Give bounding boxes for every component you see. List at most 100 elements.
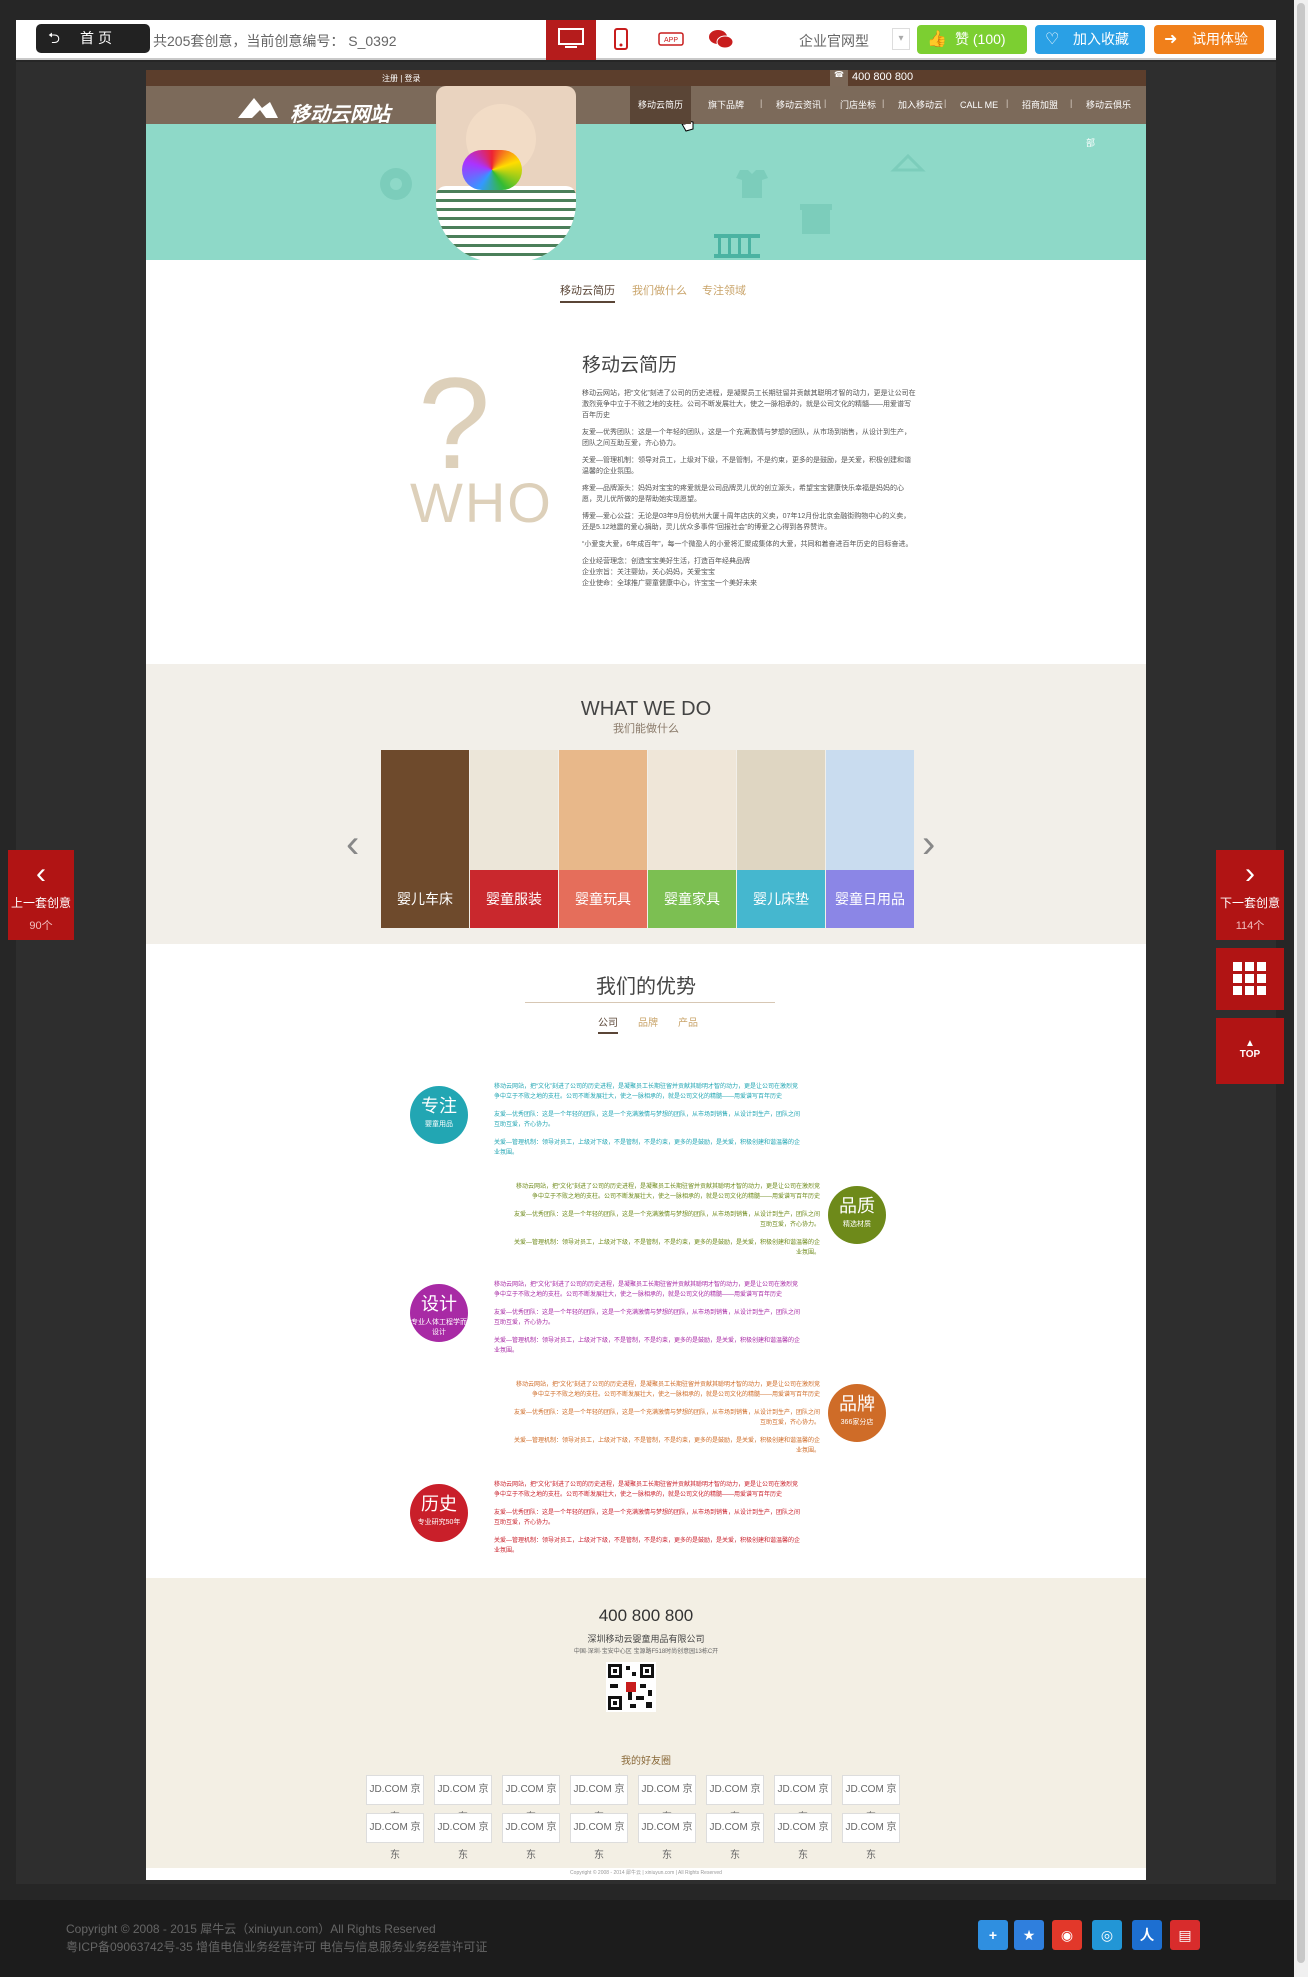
site-preview: 注册 | 登录 ☎ 400 800 800 移动云网站 移动云简历 我们做什么 … (146, 70, 1146, 1880)
friend-link-logo[interactable]: JD.COM 京东 (638, 1775, 696, 1823)
advantage-line: 友爱—优秀团队：这是一个年轻的团队，这是一个充满激情与梦想的团队，从市场到销售，… (513, 1212, 820, 1228)
weibo-icon[interactable]: ◉ (1052, 1920, 1082, 1950)
renren-icon[interactable]: 人 (1132, 1920, 1162, 1950)
resume-paragraph: 关爱—管理机制：领导对员工，上级对下级，不是管制，不是约束，更多的是鼓励，是关爱… (582, 457, 911, 475)
next-theme-button[interactable]: › 下一套创意 114个 (1216, 850, 1284, 940)
nav-item[interactable]: 移动云资讯 (768, 86, 829, 124)
friend-link-logo[interactable]: JD.COM 京东 (570, 1813, 628, 1861)
advantage-line: 移动云网站，把“文化”刻进了公司的历史进程，是凝聚员工长期驻留并贡献其聪明才智的… (494, 1482, 798, 1498)
desktop-view-button[interactable] (546, 20, 596, 60)
home-button[interactable]: ⮌ 首页 (36, 24, 150, 53)
nav-item[interactable]: 加入移动云 (890, 86, 951, 124)
advantage-badge-title: 历史 (421, 1494, 457, 1514)
category-image (648, 750, 736, 870)
heart-icon: ♡ (1045, 31, 1060, 48)
carousel-next-button[interactable]: › (922, 820, 948, 868)
friend-link-logo[interactable]: JD.COM 京东 (434, 1775, 492, 1823)
advantage-line: 友爱—优秀团队：这是一个年轻的团队，这是一个充满激情与梦想的团队，从市场到销售，… (494, 1510, 801, 1526)
qzone-icon[interactable]: ★ (1014, 1920, 1044, 1950)
tencent-weibo-icon[interactable]: ◎ (1092, 1920, 1122, 1950)
friend-link-logo[interactable]: JD.COM 京东 (706, 1775, 764, 1823)
friend-link-logo[interactable]: JD.COM 京东 (502, 1775, 560, 1823)
advantage-line: 关爱—管理机制：领导对员工，上级对下级，不是管制，不是约束，更多的是鼓励，是关爱… (494, 1338, 801, 1354)
friend-link-logo[interactable]: JD.COM 京东 (570, 1775, 628, 1823)
subtab-focus[interactable]: 专注领域 (702, 282, 746, 298)
nav-item[interactable]: 旗下品牌 (700, 86, 752, 124)
nav-item[interactable]: 招商加盟 (1014, 86, 1066, 124)
category-card[interactable]: 婴儿床垫 (737, 750, 825, 928)
site-type-label: 企业官网型 (799, 33, 869, 49)
category-card[interactable]: 婴童日用品 (826, 750, 914, 928)
subtab-what-we-do[interactable]: 我们做什么 (632, 282, 687, 298)
advantage-badge-subtitle: 婴童用品 (425, 1121, 453, 1128)
advantage-badge-subtitle: 专业人体工程学而设计 (411, 1319, 467, 1336)
login-links[interactable]: 注册 | 登录 (382, 73, 421, 84)
advantage-badge: 品牌 366家分店 (828, 1384, 886, 1442)
like-button[interactable]: 👍 赞 (100) (917, 25, 1027, 54)
friend-link-logo[interactable]: JD.COM 京东 (502, 1813, 560, 1861)
arrow-circle-icon: ➜ (1164, 31, 1178, 48)
category-card[interactable]: 婴童家具 (648, 750, 736, 928)
subtab-resume[interactable]: 移动云简历 (560, 282, 615, 303)
scrollbar-thumb[interactable] (1297, 3, 1305, 1963)
advantage-divider (525, 1002, 775, 1003)
adv-tab-brand[interactable]: 品牌 (638, 1014, 658, 1029)
site-copyright: Copyright © 2008 - 2014 犀牛云 | xiniuyun.c… (570, 1870, 722, 1876)
thumbs-up-icon: 👍 (927, 31, 947, 48)
chevron-right-icon: › (1245, 857, 1255, 890)
wechat-view-button[interactable] (696, 20, 746, 60)
friend-link-logo[interactable]: JD.COM 京东 (366, 1775, 424, 1823)
scrollbar[interactable] (1294, 0, 1308, 1977)
hanger-decor-icon (890, 153, 926, 172)
theme-grid-button[interactable] (1216, 948, 1284, 1010)
advantage-line: 关爱—管理机制：领导对员工，上级对下级，不是管制，不是约束，更多的是鼓励，是关爱… (494, 1538, 801, 1554)
douban-icon[interactable]: ▤ (1170, 1920, 1200, 1950)
share-plus-icon[interactable]: + (978, 1920, 1008, 1950)
nav-item[interactable]: CALL ME (952, 86, 1006, 124)
friend-link-logo[interactable]: JD.COM 京东 (774, 1775, 832, 1823)
friend-link-logo[interactable]: JD.COM 京东 (366, 1813, 424, 1861)
category-label: 婴童服装 (470, 870, 558, 928)
mobile-icon (614, 28, 628, 50)
friend-link-logo[interactable]: JD.COM 京东 (638, 1813, 696, 1861)
mobile-view-button[interactable] (596, 20, 646, 60)
trial-button[interactable]: ➜ 试用体验 (1154, 25, 1264, 54)
nav-item[interactable]: 门店坐标 (832, 86, 884, 124)
adv-tab-company[interactable]: 公司 (598, 1014, 618, 1034)
prev-theme-button[interactable]: ‹ 上一套创意 90个 (8, 850, 74, 940)
friends-title: 我的好友圈 (621, 1756, 671, 1767)
carousel-prev-button[interactable]: ‹ (346, 820, 372, 868)
advantage-badge-title: 品牌 (839, 1394, 875, 1414)
friend-link-logo[interactable]: JD.COM 京东 (842, 1775, 900, 1823)
advantage-badge-title: 品质 (839, 1196, 875, 1216)
nav-separator: | (882, 98, 885, 108)
friend-link-logo[interactable]: JD.COM 京东 (706, 1813, 764, 1861)
footer-phone: 400 800 800 (598, 1606, 694, 1625)
advantage-line: 友爱—优秀团队：这是一个年轻的团队，这是一个充满激情与梦想的团队，从市场到销售，… (494, 1112, 801, 1128)
friend-link-logo[interactable]: JD.COM 京东 (774, 1813, 832, 1861)
caret-up-icon: ▲ (1245, 1038, 1255, 1049)
site-type-dropdown[interactable]: ▾ (892, 28, 910, 50)
friend-link-logo[interactable]: JD.COM 京东 (842, 1813, 900, 1861)
category-image (559, 750, 647, 870)
app-view-button[interactable]: APP (646, 20, 696, 60)
top-strip: 注册 | 登录 ☎ 400 800 800 (146, 70, 1146, 86)
chevron-down-icon: ▾ (898, 33, 904, 44)
advantage-badge-subtitle: 366家分店 (840, 1419, 874, 1426)
advantage-badge: 设计 专业人体工程学而设计 (410, 1284, 468, 1342)
category-card[interactable]: 婴童玩具 (559, 750, 647, 928)
nav-item[interactable]: 移动云简历 (630, 86, 692, 124)
nav-item[interactable]: 移动云俱乐部 (1078, 86, 1146, 148)
category-card[interactable]: 婴儿车床 (381, 750, 469, 928)
back-to-top-button[interactable]: ▲ TOP (1216, 1018, 1284, 1084)
advantage-text: 移动云网站，把“文化”刻进了公司的历史进程，是凝聚员工长期驻留并贡献其聪明才智的… (512, 1182, 820, 1266)
friend-link-logo[interactable]: JD.COM 京东 (434, 1813, 492, 1861)
category-card[interactable]: 婴童服装 (470, 750, 558, 928)
adv-tab-product[interactable]: 产品 (678, 1014, 698, 1029)
category-image (826, 750, 914, 870)
back-arrow-icon: ⮌ (48, 30, 61, 47)
what-we-do-title: WHAT WE DO (580, 698, 712, 720)
favorite-button[interactable]: ♡ 加入收藏 (1035, 25, 1145, 54)
site-logo-text[interactable]: 移动云网站 (290, 98, 390, 127)
advantage-badge: 品质 精选材质 (828, 1186, 886, 1244)
